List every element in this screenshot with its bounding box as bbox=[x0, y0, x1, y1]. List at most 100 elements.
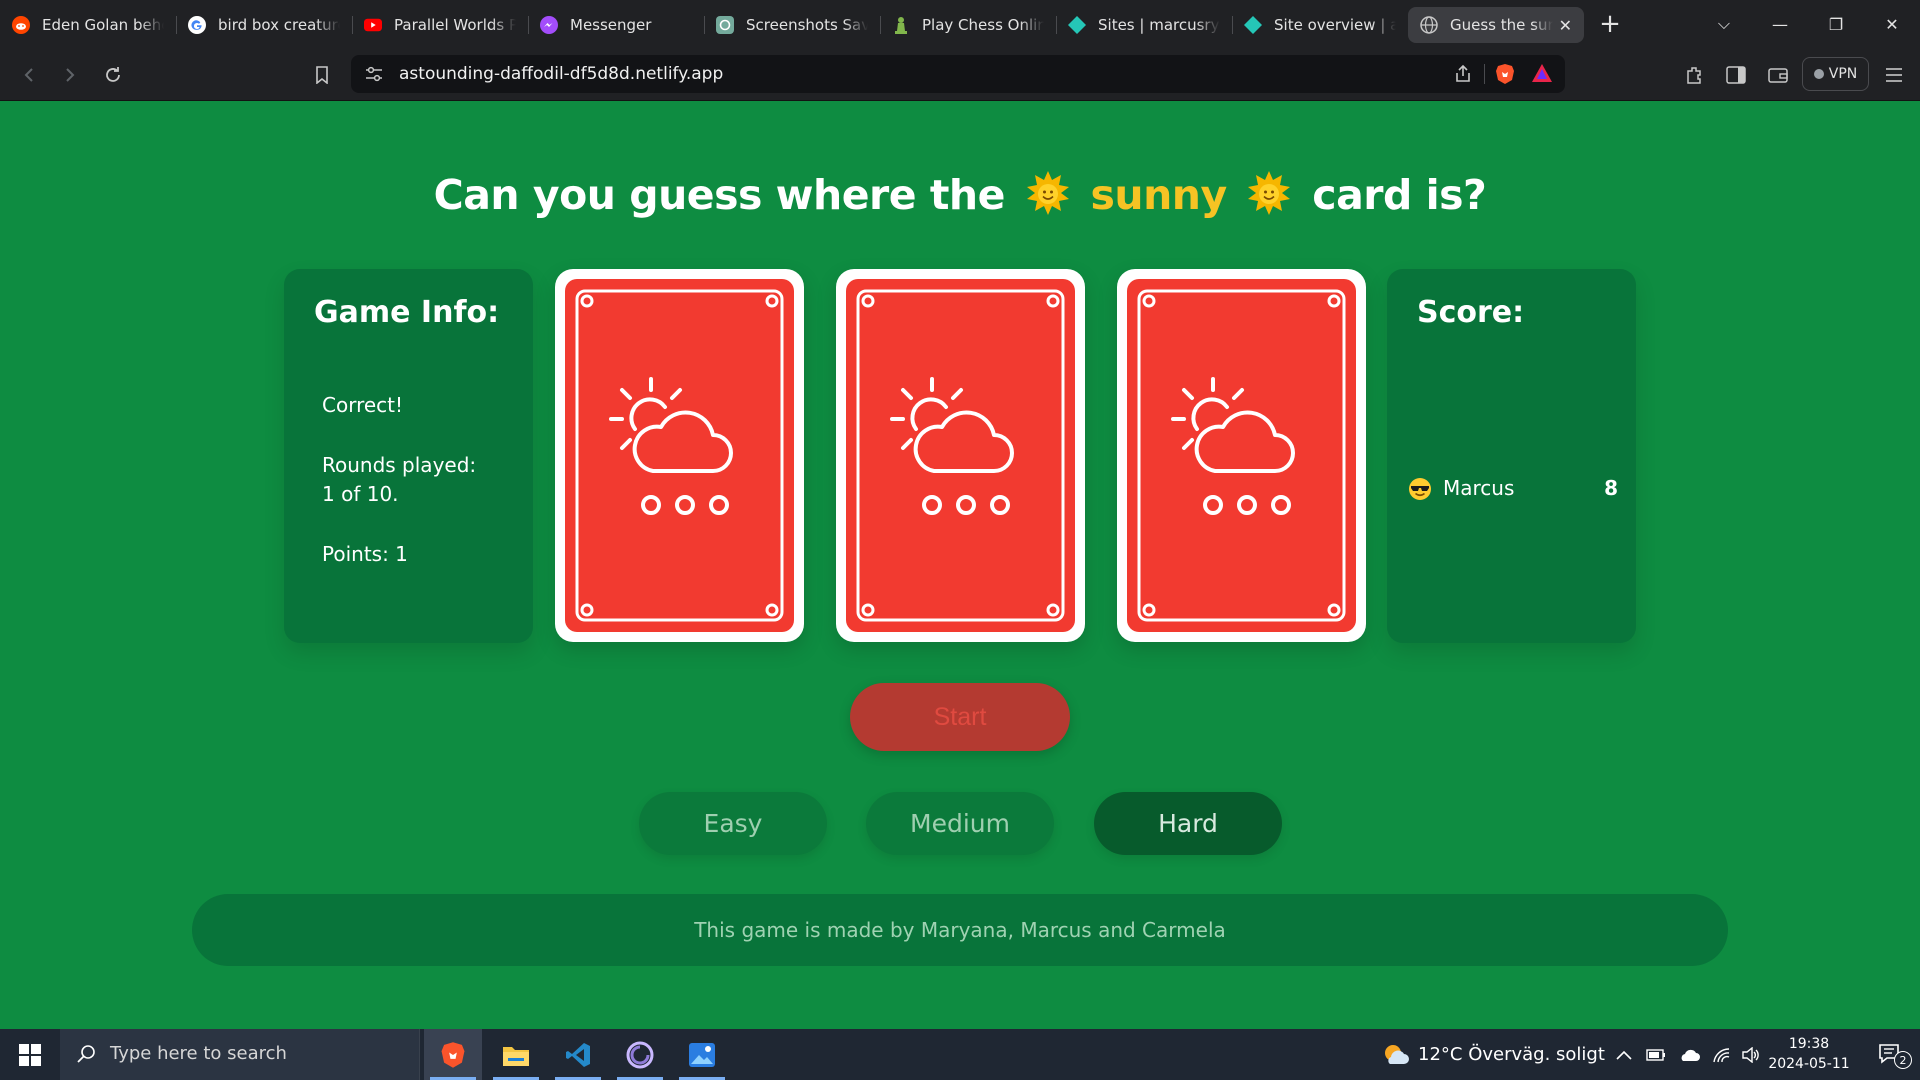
chatgpt-icon bbox=[716, 16, 734, 34]
tab-guess-the-sunny[interactable]: Guess the sunny ✕ bbox=[1408, 7, 1584, 43]
tab-title: Guess the sunny bbox=[1450, 16, 1553, 34]
youtube-icon bbox=[364, 16, 382, 34]
minimize-icon[interactable]: — bbox=[1752, 15, 1808, 34]
close-tab-icon[interactable]: ✕ bbox=[1559, 16, 1572, 35]
tab-title: Site overview | ast bbox=[1274, 16, 1396, 34]
tab-play-chess[interactable]: Play Chess Online bbox=[880, 7, 1056, 43]
card-3[interactable] bbox=[1117, 269, 1366, 642]
score-title: Score: bbox=[1417, 295, 1525, 330]
sun-cloud-snow-icon bbox=[1137, 289, 1346, 622]
address-bar[interactable]: astounding-daffodil-df5d8d.netlify.app bbox=[351, 55, 1565, 93]
netlify-icon bbox=[1244, 16, 1262, 34]
taskbar-swirl-app[interactable] bbox=[611, 1029, 669, 1080]
wifi-icon[interactable] bbox=[1712, 1047, 1730, 1063]
sidebar-icon[interactable] bbox=[1722, 61, 1750, 89]
difficulty-easy-button[interactable]: Easy bbox=[639, 792, 827, 855]
share-icon[interactable] bbox=[1453, 64, 1473, 88]
forward-icon[interactable] bbox=[56, 61, 84, 89]
vpn-status-icon bbox=[1813, 69, 1824, 79]
wallet-icon[interactable] bbox=[1764, 61, 1792, 89]
game-info-title: Game Info: bbox=[314, 295, 500, 330]
search-placeholder: Type here to search bbox=[110, 1043, 287, 1064]
chess-icon bbox=[892, 16, 910, 34]
sunglasses-emoji-icon bbox=[1408, 477, 1432, 505]
tab-sites-netlify[interactable]: Sites | marcusryde bbox=[1056, 7, 1232, 43]
taskbar-file-explorer[interactable] bbox=[487, 1029, 545, 1080]
card-back bbox=[1127, 279, 1356, 632]
browser-tab-strip: Eden Golan behöv bird box creatures Para… bbox=[0, 0, 1920, 48]
brave-rewards-icon[interactable] bbox=[1531, 63, 1553, 87]
taskbar-search-box[interactable]: Type here to search bbox=[60, 1029, 420, 1080]
tab-search-icon[interactable]: ⌵ bbox=[1696, 14, 1752, 34]
sun-emoji-icon bbox=[1246, 171, 1292, 227]
tab-messenger[interactable]: Messenger bbox=[528, 7, 704, 43]
chevron-up-icon[interactable] bbox=[1616, 1050, 1632, 1060]
tab-bird-box[interactable]: bird box creatures bbox=[176, 7, 352, 43]
close-window-icon[interactable]: ✕ bbox=[1864, 15, 1920, 34]
notification-count-badge: 2 bbox=[1894, 1051, 1912, 1069]
taskbar-vscode[interactable] bbox=[549, 1029, 607, 1080]
file-explorer-icon bbox=[503, 1046, 529, 1066]
bookmark-icon[interactable] bbox=[308, 61, 336, 89]
reddit-icon bbox=[12, 16, 30, 34]
back-icon[interactable] bbox=[15, 61, 43, 89]
volume-icon[interactable] bbox=[1742, 1046, 1760, 1063]
taskbar-photos[interactable] bbox=[673, 1029, 731, 1080]
search-icon bbox=[76, 1044, 96, 1068]
brave-shields-icon[interactable] bbox=[1495, 63, 1515, 89]
difficulty-medium-button[interactable]: Medium bbox=[866, 792, 1054, 855]
tab-parallel-worlds[interactable]: Parallel Worlds Pro bbox=[352, 7, 528, 43]
url-text: astounding-daffodil-df5d8d.netlify.app bbox=[399, 64, 724, 84]
clock-time: 19:38 bbox=[1788, 1036, 1830, 1052]
onedrive-icon[interactable] bbox=[1678, 1047, 1700, 1063]
player-name: Marcus bbox=[1443, 476, 1515, 500]
windows-taskbar: Type here to search 12°C Överväg. soligt… bbox=[0, 1029, 1920, 1080]
sun-cloud-snow-icon bbox=[575, 289, 784, 622]
difficulty-hard-button[interactable]: Hard bbox=[1094, 792, 1282, 855]
weather-widget[interactable]: 12°C Överväg. soligt bbox=[1382, 1029, 1605, 1080]
rounds-played-label: Rounds played: bbox=[322, 453, 477, 477]
address-separator bbox=[1484, 64, 1485, 84]
messenger-icon bbox=[540, 16, 558, 34]
window-controls: ⌵ — ❐ ✕ bbox=[1696, 0, 1920, 48]
google-icon bbox=[188, 16, 206, 34]
card-1[interactable] bbox=[555, 269, 804, 642]
heading-text-end: card is? bbox=[1312, 171, 1487, 219]
tab-title: Play Chess Online bbox=[922, 16, 1044, 34]
tab-title: Parallel Worlds Pro bbox=[394, 16, 516, 34]
vscode-icon bbox=[566, 1042, 590, 1067]
reload-icon[interactable] bbox=[99, 61, 127, 89]
tab-title: Screenshots Saved bbox=[746, 16, 868, 34]
netlify-icon bbox=[1068, 16, 1086, 34]
clock-date: 2024-05-11 bbox=[1768, 1056, 1850, 1072]
tab-title: Messenger bbox=[570, 16, 652, 34]
battery-icon[interactable] bbox=[1646, 1048, 1666, 1061]
windows-logo-icon bbox=[19, 1043, 41, 1066]
restore-icon[interactable]: ❐ bbox=[1808, 15, 1864, 34]
notifications-button[interactable]: 2 bbox=[1862, 1029, 1920, 1080]
start-button[interactable]: Start bbox=[850, 683, 1070, 751]
menu-icon[interactable] bbox=[1880, 61, 1908, 89]
card-2[interactable] bbox=[836, 269, 1085, 642]
taskbar-brave[interactable] bbox=[424, 1029, 482, 1080]
vpn-button[interactable]: VPN bbox=[1802, 57, 1869, 91]
tab-eden-golan[interactable]: Eden Golan behöv bbox=[0, 7, 176, 43]
photos-icon bbox=[689, 1042, 715, 1067]
tab-site-overview[interactable]: Site overview | ast bbox=[1232, 7, 1408, 43]
weather-text: 12°C Överväg. soligt bbox=[1418, 1044, 1605, 1065]
clock[interactable]: 19:38 2024-05-11 bbox=[1766, 1034, 1852, 1074]
extensions-icon[interactable] bbox=[1680, 61, 1708, 89]
new-tab-button[interactable]: + bbox=[1590, 9, 1630, 39]
browser-toolbar: astounding-daffodil-df5d8d.netlify.app V… bbox=[0, 48, 1920, 101]
tab-title: bird box creatures bbox=[218, 16, 340, 34]
game-info-panel: Game Info: Correct! Rounds played: 1 of … bbox=[284, 269, 533, 643]
brave-icon bbox=[441, 1041, 465, 1068]
tab-title: Sites | marcusryde bbox=[1098, 16, 1220, 34]
tab-screenshots-saved[interactable]: Screenshots Saved bbox=[704, 7, 880, 43]
card-back bbox=[565, 279, 794, 632]
card-back bbox=[846, 279, 1075, 632]
player-score: 8 bbox=[1604, 476, 1618, 500]
windows-start-button[interactable] bbox=[0, 1029, 60, 1080]
site-info-icon[interactable] bbox=[365, 66, 383, 86]
globe-icon bbox=[1420, 16, 1438, 34]
